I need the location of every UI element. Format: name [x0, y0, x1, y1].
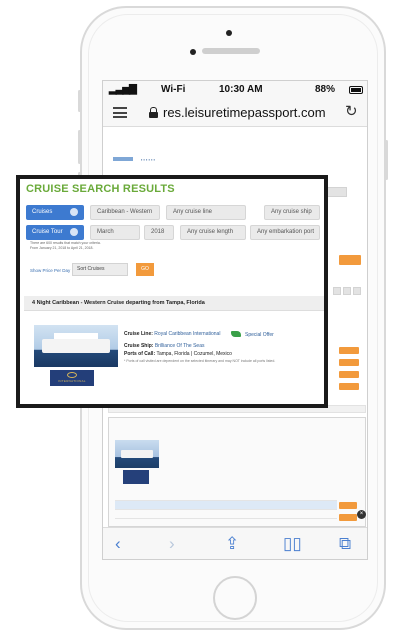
crown-icon — [67, 372, 77, 378]
cruise-line-value[interactable]: Royal Caribbean International — [154, 331, 220, 337]
table-row[interactable] — [115, 501, 337, 510]
share-icon[interactable]: ⇪ — [225, 534, 239, 554]
power-button[interactable] — [385, 140, 388, 180]
destination-select[interactable]: Caribbean - Western — [90, 205, 160, 220]
cruises-type-toggle[interactable]: Cruises — [26, 205, 84, 220]
cruise-line-select[interactable]: Any cruise line — [166, 205, 246, 220]
battery-icon — [349, 86, 363, 94]
speaker-grille — [202, 48, 260, 54]
close-icon[interactable]: × — [357, 510, 366, 519]
browser-toolbar: ‹ › ⇪ ▯▯ ⧉ — [103, 527, 367, 559]
cruise-ship-value[interactable]: Brilliance Of The Seas — [155, 343, 205, 349]
front-camera-icon — [226, 30, 232, 36]
select-sailing-button-1[interactable] — [339, 502, 357, 509]
table-row — [115, 492, 337, 501]
cruise-tour-label: Cruise Tour — [32, 229, 63, 235]
stage: ▂▃▅▇ Wi-Fi 10:30 AM 88% res.leisuretimep… — [0, 0, 393, 633]
page-title: CRUISE SEARCH RESULTS — [26, 183, 175, 195]
cruise-tour-toggle[interactable]: Cruise Tour — [26, 225, 84, 240]
table-row[interactable] — [115, 510, 337, 519]
lock-icon — [149, 107, 158, 118]
status-bar: ▂▃▅▇ Wi-Fi 10:30 AM 88% — [103, 81, 367, 99]
forward-icon[interactable]: › — [169, 534, 175, 554]
ship-hull — [42, 339, 110, 353]
ports-label: Ports of Call: — [124, 351, 156, 357]
ship-image[interactable] — [34, 325, 118, 367]
cruise-ship-row: Cruise Ship: Brilliance Of The Seas — [124, 343, 205, 349]
result-header[interactable]: 4 Night Caribbean - Western Cruise depar… — [24, 296, 324, 311]
price-per-day-link[interactable]: Show Price Per Day — [30, 268, 70, 273]
clock: 10:30 AM — [219, 84, 263, 95]
sailing-table — [115, 492, 337, 528]
url-text[interactable]: res.leisuretimepassport.com — [163, 105, 326, 120]
reload-icon[interactable]: ↻ — [345, 102, 358, 120]
back-icon[interactable]: ‹ — [115, 534, 121, 554]
month-select[interactable]: March — [90, 225, 140, 240]
zoom-callout: CRUISE SEARCH RESULTS Cruises Caribbean … — [16, 175, 328, 408]
result-card — [108, 417, 366, 528]
cruise-line-row: Cruise Line: Royal Caribbean Internation… — [124, 331, 220, 337]
grid-toggle[interactable] — [333, 287, 341, 295]
filter-row-1: Cruises Caribbean - Western Any cruise l… — [24, 203, 324, 221]
special-offer-link[interactable]: Special Offer — [245, 332, 274, 338]
menu-icon[interactable] — [113, 107, 127, 118]
nav-links[interactable]: ▪ ▪ ▪ ▪ ▪ ▪ — [141, 157, 155, 162]
date-range-text: From January 21, 2018 to April 21, 2018. — [30, 246, 94, 250]
home-button[interactable] — [213, 576, 257, 620]
cruise-ship-select[interactable]: Any cruise ship — [264, 205, 320, 220]
view-button-4[interactable] — [339, 383, 359, 390]
map-toggle[interactable] — [353, 287, 361, 295]
ports-note: * Ports of call visited are dependent on… — [124, 359, 276, 363]
result-count: There are 600 results that match your cr… — [30, 241, 170, 251]
search-button-bg[interactable] — [339, 255, 361, 265]
site-logo[interactable] — [113, 157, 133, 161]
special-offer-flag-icon — [231, 331, 241, 337]
cruise-length-select[interactable]: Any cruise length — [180, 225, 246, 240]
ports-row: Ports of Call: Tampa, Florida | Cozumel,… — [124, 351, 232, 357]
cruise-line-label: Cruise Line: — [124, 331, 153, 337]
sensor-icon — [190, 49, 196, 55]
view-button-3[interactable] — [339, 371, 359, 378]
cruise-ship-label: Cruise Ship: — [124, 343, 154, 349]
address-bar[interactable]: res.leisuretimepassport.com ↻ — [103, 99, 367, 127]
radio-icon — [70, 208, 78, 216]
go-button[interactable]: GO — [136, 263, 154, 276]
logo-text: INTERNATIONAL — [58, 379, 86, 383]
ports-value: Tampa, Florida | Cozumel, Mexico — [156, 351, 232, 357]
view-button-1[interactable] — [339, 347, 359, 354]
battery-percent: 88% — [315, 84, 336, 95]
view-button-2[interactable] — [339, 359, 359, 366]
embarkation-port-select[interactable]: Any embarkation port — [250, 225, 320, 240]
sort-select[interactable]: Sort Cruises — [72, 263, 128, 276]
tabs-icon[interactable]: ⧉ — [339, 534, 351, 554]
radio-icon — [70, 228, 78, 236]
year-select[interactable]: 2018 — [144, 225, 174, 240]
select-sailing-button-2[interactable] — [339, 514, 357, 521]
bookmarks-icon[interactable]: ▯▯ — [283, 534, 302, 554]
list-toggle[interactable] — [343, 287, 351, 295]
cruise-line-logo — [123, 470, 149, 484]
mute-switch[interactable] — [78, 90, 81, 112]
ship-thumbnail[interactable] — [115, 440, 159, 468]
royal-caribbean-logo: INTERNATIONAL — [50, 370, 94, 386]
signal-icon: ▂▃▅▇ — [109, 84, 137, 95]
volume-up-button[interactable] — [78, 130, 81, 164]
cruises-type-label: Cruises — [32, 209, 53, 215]
filter-row-2: Cruise Tour March 2018 Any cruise length… — [24, 223, 324, 241]
site-nav: ▪ ▪ ▪ ▪ ▪ ▪ — [113, 155, 358, 165]
carrier-label: Wi-Fi — [161, 84, 186, 95]
